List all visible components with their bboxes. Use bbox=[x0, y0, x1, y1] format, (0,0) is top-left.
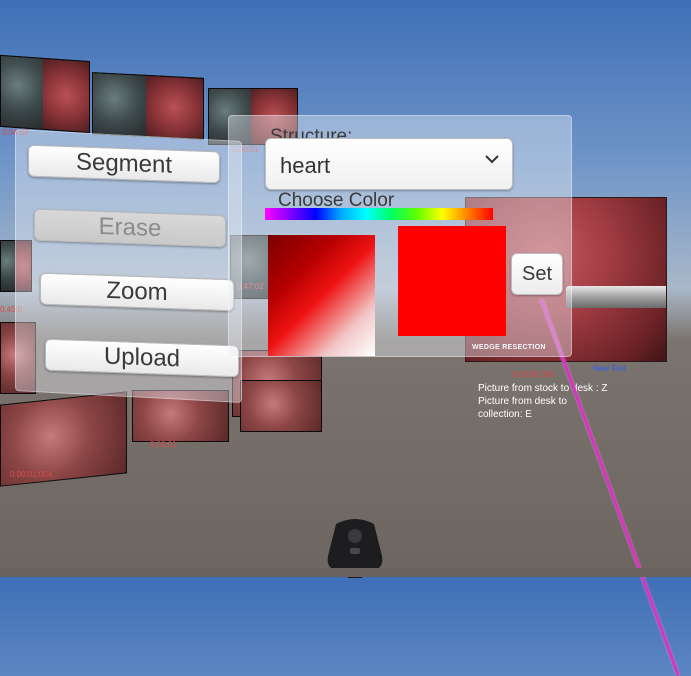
saturation-value-picker[interactable] bbox=[268, 235, 375, 356]
zoom-button[interactable]: Zoom bbox=[40, 272, 234, 312]
structure-dropdown[interactable]: heart bbox=[265, 138, 513, 190]
thumbnail-timestamp: 0:00:01:004 bbox=[10, 470, 53, 479]
chevron-down-icon[interactable] bbox=[482, 149, 502, 169]
segment-button[interactable]: Segment bbox=[28, 144, 220, 184]
thumbnail[interactable] bbox=[0, 54, 90, 134]
selected-color-swatch bbox=[398, 226, 506, 336]
instructions-text: Picture from stock to desk : Z Picture f… bbox=[478, 382, 607, 421]
new-text-label: New Text bbox=[593, 364, 626, 373]
thumbnail[interactable] bbox=[92, 72, 204, 140]
thumbnail-timestamp: 0:00:01 bbox=[150, 440, 177, 449]
instruction-line: Picture from stock to desk : Z bbox=[478, 383, 608, 394]
hue-slider[interactable] bbox=[265, 208, 493, 220]
floor-edge bbox=[0, 568, 691, 577]
video-timestamp: 0:00:00.000 bbox=[512, 370, 555, 379]
upload-button[interactable]: Upload bbox=[45, 338, 239, 378]
instruction-line: Picture from desk to bbox=[478, 396, 567, 407]
instruction-line: collection: E bbox=[478, 409, 532, 420]
thumbnail[interactable] bbox=[240, 380, 322, 432]
set-button[interactable]: Set bbox=[511, 253, 563, 295]
structure-value: heart bbox=[280, 153, 331, 178]
instrument-shape bbox=[566, 286, 666, 308]
erase-button[interactable]: Erase bbox=[34, 208, 226, 248]
